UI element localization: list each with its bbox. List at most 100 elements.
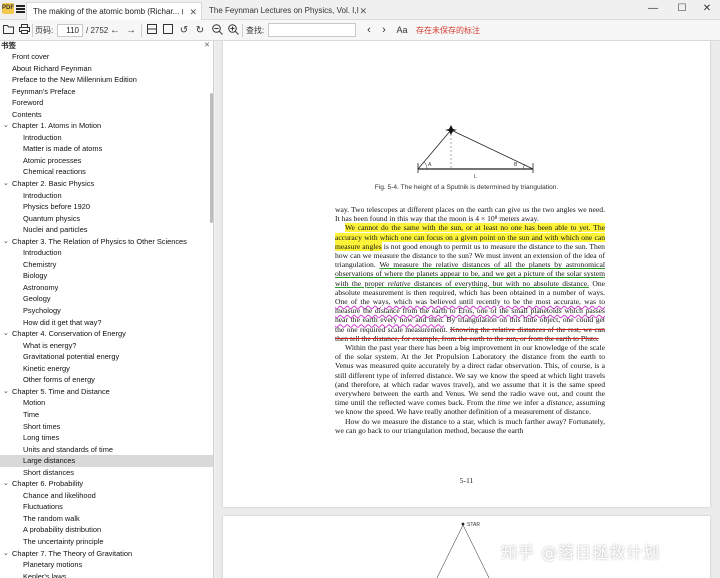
zoom-in-icon[interactable] — [227, 24, 239, 37]
bookmark-label: Chemical reactions — [23, 167, 86, 177]
maximize-icon[interactable]: ☐ — [669, 0, 695, 18]
single-page-icon[interactable] — [146, 24, 158, 37]
bookmark-subitem[interactable]: A probability distribution — [0, 524, 213, 536]
bookmark-list: Front cover About Richard Feynman Preface … — [0, 51, 213, 578]
bookmark-subitem[interactable]: Motion — [0, 397, 213, 409]
bookmark-item[interactable]: Front cover — [0, 51, 213, 63]
bookmark-item[interactable]: About Richard Feynman — [0, 63, 213, 75]
bookmark-subitem[interactable]: Chance and likelihood — [0, 490, 213, 502]
bookmark-subitem[interactable]: Fluctuations — [0, 501, 213, 513]
bookmark-subitem[interactable]: Biology — [0, 270, 213, 282]
bookmark-label: Fluctuations — [23, 502, 63, 512]
bookmark-label: Kinetic energy — [23, 363, 70, 373]
bookmark-subitem[interactable]: Introduction — [0, 247, 213, 259]
bookmark-subitem[interactable]: Short times — [0, 421, 213, 433]
bookmark-subitem[interactable]: Large distances — [0, 455, 213, 467]
chevron-down-icon[interactable]: ⌄ — [3, 386, 9, 398]
bookmark-subitem[interactable]: Gravitational potential energy — [0, 351, 213, 363]
divider — [141, 24, 142, 37]
sidebar-scrollbar[interactable] — [210, 93, 213, 223]
chevron-down-icon[interactable]: ⌄ — [3, 328, 9, 340]
search-prev-icon[interactable]: ‹ — [363, 24, 375, 37]
page-body-text: way. Two telescopes at different places … — [335, 205, 605, 435]
bookmark-item[interactable]: ⌄ Chapter 2. Basic Physics — [0, 178, 213, 190]
chevron-down-icon[interactable]: ⌄ — [3, 178, 9, 190]
bookmark-subitem[interactable]: Atomic processes — [0, 155, 213, 167]
menu-icon[interactable] — [16, 5, 25, 13]
divider — [242, 24, 243, 37]
toolbar: 页码: 110 / 2752 ← → ↺ ↻ 查找: ‹ › Aa 存在未保存的… — [0, 20, 720, 41]
page-number-input[interactable]: 110 — [57, 24, 83, 37]
bookmark-subitem[interactable]: Kepler's laws — [0, 571, 213, 578]
bookmark-subitem[interactable]: The uncertainty principle — [0, 536, 213, 548]
print-icon[interactable] — [18, 24, 30, 37]
bookmark-item[interactable]: Preface to the New Millennium Edition — [0, 74, 213, 86]
bookmark-subitem[interactable]: Introduction — [0, 132, 213, 144]
bookmark-subitem[interactable]: Matter is made of atoms — [0, 143, 213, 155]
chevron-down-icon[interactable]: ⌄ — [3, 236, 9, 248]
minimize-icon[interactable]: — — [640, 0, 666, 18]
document-viewer[interactable]: A B L Fig. 5-4. The height of a Sputnik … — [215, 41, 720, 578]
bookmark-subitem[interactable]: Units and standards of time — [0, 444, 213, 456]
match-case-icon[interactable]: Aa — [394, 24, 410, 37]
bookmark-label: Short distances — [23, 467, 74, 477]
next-page-icon[interactable]: → — [125, 24, 137, 37]
rotate-right-icon[interactable]: ↻ — [194, 24, 206, 37]
prev-page-icon[interactable]: ← — [109, 24, 121, 37]
bookmark-subitem[interactable]: Psychology — [0, 305, 213, 317]
tab-feynman-lectures[interactable]: The Feynman Lectures on Physics, Vol. I,… — [203, 2, 371, 20]
bookmark-item[interactable]: ⌄ Chapter 6. Probability — [0, 478, 213, 490]
bookmark-item[interactable]: ⌄ Chapter 5. Time and Distance — [0, 386, 213, 398]
bookmark-item[interactable]: ⌄ Chapter 7. The Theory of Gravitation — [0, 548, 213, 560]
close-icon[interactable]: ✕ — [359, 2, 367, 20]
bookmark-subitem[interactable]: Other forms of energy — [0, 374, 213, 386]
bookmark-item[interactable]: Feynman's Preface — [0, 86, 213, 98]
bookmark-subitem[interactable]: Short distances — [0, 467, 213, 479]
fit-page-icon[interactable] — [162, 24, 174, 37]
bookmark-label: Physics before 1920 — [23, 202, 90, 212]
bookmark-item[interactable]: Contents — [0, 109, 213, 121]
bookmark-subitem[interactable]: Physics before 1920 — [0, 201, 213, 213]
bookmark-label: A probability distribution — [23, 525, 102, 535]
search-label: 查找: — [246, 26, 265, 35]
bookmark-subitem[interactable]: What is energy? — [0, 340, 213, 352]
bookmark-label: Front cover — [12, 52, 50, 61]
bookmark-subitem[interactable]: Introduction — [0, 190, 213, 202]
bookmark-subitem[interactable]: How did it get that way? — [0, 317, 213, 329]
bookmark-item[interactable]: ⌄ Chapter 3. The Relation of Physics to O… — [0, 236, 213, 248]
bookmark-subitem[interactable]: Time — [0, 409, 213, 421]
chevron-down-icon[interactable]: ⌄ — [3, 120, 9, 132]
bookmark-label: About Richard Feynman — [12, 63, 92, 73]
text-run: distance — [546, 398, 572, 408]
bookmark-subitem[interactable]: Chemistry — [0, 259, 213, 271]
rotate-left-icon[interactable]: ↺ — [178, 24, 190, 37]
bookmark-subitem[interactable]: Kinetic energy — [0, 363, 213, 375]
bookmark-subitem[interactable]: Geology — [0, 293, 213, 305]
text-run: distances of everything, but with no abs… — [410, 278, 589, 288]
bookmark-subitem[interactable]: The random walk — [0, 513, 213, 525]
bookmark-subitem[interactable]: Chemical reactions — [0, 166, 213, 178]
bookmark-subitem[interactable]: Nuclei and particles — [0, 224, 213, 236]
close-icon[interactable]: ✕ — [189, 3, 197, 20]
bookmark-label: Psychology — [23, 306, 61, 316]
tab-atomic-bomb[interactable]: The making of the atomic bomb (Richar...… — [26, 2, 202, 20]
bookmark-label: Nuclei and particles — [23, 225, 88, 235]
bookmark-item[interactable]: ⌄ Chapter 4. Conservation of Energy — [0, 328, 213, 340]
bookmark-item[interactable]: ⌄ Chapter 1. Atoms in Motion — [0, 120, 213, 132]
bookmark-subitem[interactable]: Quantum physics — [0, 213, 213, 225]
figure-caption: Fig. 5-4. The height of a Sputnik is det… — [374, 184, 559, 191]
bookmark-item[interactable]: Foreword — [0, 97, 213, 109]
window-close-icon[interactable]: ✕ — [694, 0, 720, 18]
pdf-page: A B L Fig. 5-4. The height of a Sputnik … — [223, 41, 710, 507]
search-input[interactable] — [268, 23, 356, 37]
open-folder-icon[interactable] — [2, 24, 14, 37]
search-next-icon[interactable]: › — [378, 24, 390, 37]
chevron-down-icon[interactable]: ⌄ — [3, 478, 9, 490]
bookmark-label: Long times — [23, 433, 60, 443]
zoom-out-icon[interactable] — [211, 24, 223, 37]
chevron-down-icon[interactable]: ⌄ — [3, 548, 9, 560]
bookmark-subitem[interactable]: Long times — [0, 432, 213, 444]
close-panel-icon[interactable]: ✕ — [204, 41, 210, 51]
bookmark-subitem[interactable]: Planetary motions — [0, 559, 213, 571]
bookmark-subitem[interactable]: Astronomy — [0, 282, 213, 294]
